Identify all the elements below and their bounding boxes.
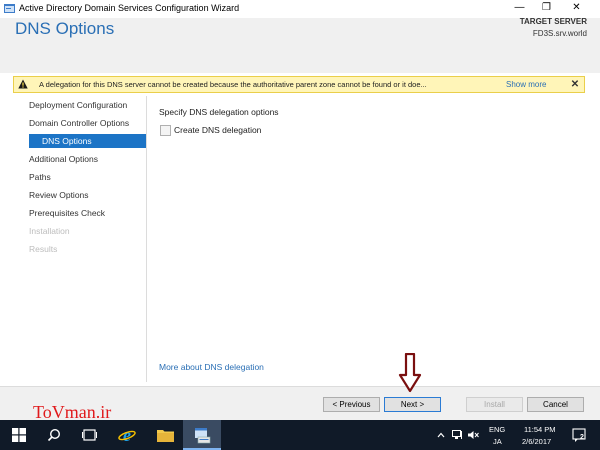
- wizard-nav: Deployment Configuration Domain Controll…: [0, 96, 146, 382]
- cancel-button[interactable]: Cancel: [527, 397, 584, 412]
- nav-item-review-options[interactable]: Review Options: [29, 188, 146, 202]
- install-button: Install: [466, 397, 523, 412]
- nav-item-paths[interactable]: Paths: [29, 170, 146, 184]
- content-heading: Specify DNS delegation options: [159, 107, 279, 117]
- folder-icon: [156, 430, 174, 442]
- task-view-button[interactable]: [70, 420, 108, 450]
- nav-item-additional-options[interactable]: Additional Options: [29, 152, 146, 166]
- minimize-button[interactable]: —: [506, 0, 533, 18]
- show-more-link[interactable]: Show more: [506, 80, 546, 89]
- clock-time[interactable]: 11:54 PM: [524, 425, 556, 434]
- previous-button[interactable]: < Previous: [323, 397, 380, 412]
- nav-item-deployment-configuration[interactable]: Deployment Configuration: [29, 98, 146, 112]
- task-view-icon: [81, 429, 97, 441]
- server-manager-icon: [194, 427, 210, 443]
- windows-logo-icon: [12, 428, 26, 442]
- create-dns-delegation-checkbox[interactable]: [160, 125, 171, 136]
- search-icon: [47, 428, 61, 442]
- tray-chevron-up-icon[interactable]: [437, 431, 445, 439]
- nav-item-prerequisites-check[interactable]: Prerequisites Check: [29, 206, 146, 220]
- close-button[interactable]: ✕: [563, 0, 590, 18]
- ime-mode[interactable]: JA: [493, 437, 502, 446]
- nav-divider: [146, 96, 147, 382]
- taskbar-internet-explorer[interactable]: e: [108, 420, 146, 450]
- warning-icon: [18, 79, 28, 89]
- page-title: DNS Options: [15, 19, 115, 38]
- window-title: Active Directory Domain Services Configu…: [19, 3, 240, 13]
- more-about-dns-delegation-link[interactable]: More about DNS delegation: [159, 362, 264, 372]
- nav-item-installation: Installation: [29, 226, 70, 236]
- next-button[interactable]: Next >: [384, 397, 441, 412]
- start-button[interactable]: [0, 420, 38, 450]
- svg-text:e: e: [123, 426, 131, 444]
- nav-item-domain-controller-options[interactable]: Domain Controller Options: [29, 116, 146, 130]
- maximize-button[interactable]: ❐: [533, 0, 560, 18]
- network-icon[interactable]: [452, 430, 463, 440]
- clock-date[interactable]: 2/6/2017: [522, 437, 551, 446]
- language-code[interactable]: ENG: [489, 425, 505, 434]
- taskbar-file-explorer[interactable]: [146, 420, 184, 450]
- warning-close-icon[interactable]: ✕: [569, 78, 581, 91]
- taskbar-server-manager[interactable]: [183, 420, 221, 450]
- internet-explorer-icon: e: [118, 426, 136, 444]
- target-server-name: FD3S.srv.world: [532, 29, 587, 38]
- warning-text: A delegation for this DNS server cannot …: [39, 80, 427, 89]
- wizard-app-icon: [4, 4, 15, 13]
- warning-banner: A delegation for this DNS server cannot …: [13, 76, 585, 93]
- notification-count: 2: [580, 434, 584, 441]
- search-button[interactable]: [35, 420, 73, 450]
- nav-item-results: Results: [29, 244, 58, 254]
- volume-muted-icon[interactable]: [468, 430, 479, 440]
- nav-item-dns-options[interactable]: DNS Options: [29, 134, 146, 148]
- target-server-label: TARGET SERVER: [519, 17, 587, 26]
- create-dns-delegation-label[interactable]: Create DNS delegation: [174, 125, 261, 135]
- annotation-arrow-icon: [398, 353, 422, 393]
